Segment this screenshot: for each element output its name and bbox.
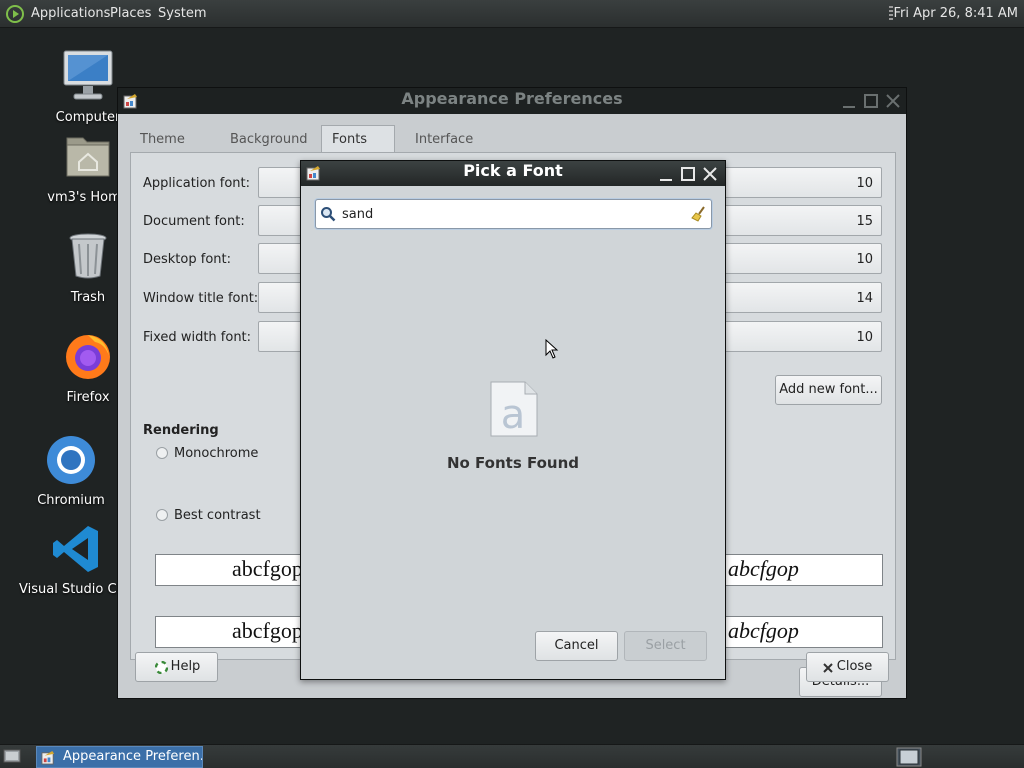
pick-a-font-dialog: Pick a Font a No Fonts Found Cancel Sele… — [300, 160, 726, 680]
close-x-icon — [823, 663, 833, 673]
window-titlebar[interactable]: Appearance Preferences — [118, 88, 906, 114]
monochrome-label[interactable]: Monochrome — [174, 446, 258, 461]
best-contrast-radio[interactable] — [156, 509, 168, 521]
font-size-value: 14 — [856, 291, 873, 306]
home-folder-icon — [66, 137, 110, 177]
window-title-font-label: Window title font: — [143, 291, 259, 306]
computer-icon — [63, 50, 113, 100]
window-title: Appearance Preferences — [401, 89, 623, 108]
font-search-input[interactable] — [342, 200, 683, 228]
main-menu-logo-icon[interactable] — [5, 4, 25, 24]
document-font-label: Document font: — [143, 214, 245, 229]
clear-broom-icon[interactable] — [690, 205, 708, 223]
dialog-titlebar[interactable]: Pick a Font — [301, 161, 725, 186]
close-label: Close — [836, 659, 873, 674]
desktop-font-label: Desktop font: — [143, 252, 231, 267]
bottom-taskbar: Appearance Preferen... — [0, 744, 1024, 768]
close-button[interactable]: Close — [806, 652, 889, 682]
workspace-switcher-icon[interactable] — [896, 747, 922, 767]
trash-icon — [69, 233, 107, 279]
taskbar-item-appearance[interactable]: Appearance Preferen... — [36, 746, 203, 768]
font-size-value: 10 — [856, 330, 873, 345]
application-font-label: Application font: — [143, 176, 251, 191]
monochrome-preview-left: abcfgop — [155, 554, 305, 586]
close-icon[interactable] — [701, 165, 719, 183]
font-size-value: 15 — [856, 214, 873, 229]
help-button[interactable]: Help — [135, 652, 218, 682]
monochrome-preview-right: abcfgop — [721, 554, 883, 586]
maximize-icon[interactable] — [679, 165, 697, 183]
desktop-icon-label: Chromium — [37, 493, 105, 508]
tab-background[interactable]: Background — [220, 126, 320, 154]
best-contrast-preview-right: abcfgop — [721, 616, 883, 648]
svg-text:a: a — [501, 392, 526, 438]
tab-theme[interactable]: Theme — [130, 126, 210, 154]
menu-places[interactable]: Places — [110, 6, 151, 21]
tab-interface[interactable]: Interface — [405, 126, 485, 154]
monochrome-radio[interactable] — [156, 447, 168, 459]
no-fonts-found-message: No Fonts Found — [446, 454, 580, 472]
best-contrast-preview-left: abcfgop — [155, 616, 305, 648]
font-size-value: 10 — [856, 176, 873, 191]
chromium-icon — [47, 436, 95, 484]
help-label: Help — [170, 659, 201, 674]
select-button[interactable]: Select — [624, 631, 707, 661]
minimize-icon[interactable] — [657, 165, 675, 183]
show-desktop-icon[interactable] — [3, 748, 21, 764]
help-lifebuoy-icon — [155, 661, 168, 674]
minimize-icon[interactable] — [840, 92, 858, 110]
mouse-cursor-icon — [545, 339, 559, 359]
clock[interactable]: Fri Apr 26, 8:41 AM — [894, 6, 1018, 21]
taskbar-item-label: Appearance Preferen... — [63, 749, 203, 764]
appearance-app-icon — [41, 750, 55, 765]
fixed-width-font-label: Fixed width font: — [143, 330, 252, 345]
font-search-box[interactable] — [315, 199, 712, 229]
font-size-value: 10 — [856, 252, 873, 267]
close-icon[interactable] — [884, 92, 902, 110]
search-icon — [321, 207, 336, 222]
best-contrast-label[interactable]: Best contrast — [174, 508, 261, 523]
tab-fonts[interactable]: Fonts — [321, 125, 395, 155]
top-panel: Applications Places System Fri Apr 26, 8… — [0, 0, 1024, 28]
firefox-icon — [66, 335, 110, 379]
menu-applications[interactable]: Applications — [31, 6, 110, 21]
maximize-icon[interactable] — [862, 92, 880, 110]
rendering-heading: Rendering — [143, 423, 219, 438]
panel-grip[interactable] — [889, 6, 893, 22]
vscode-icon — [53, 526, 98, 572]
desktop-icon-chromium[interactable]: Chromium — [16, 433, 126, 508]
cancel-button[interactable]: Cancel — [535, 631, 618, 661]
add-new-font-button[interactable]: Add new font... — [775, 375, 882, 405]
font-file-icon: a — [490, 381, 538, 438]
menu-system[interactable]: System — [158, 6, 206, 21]
